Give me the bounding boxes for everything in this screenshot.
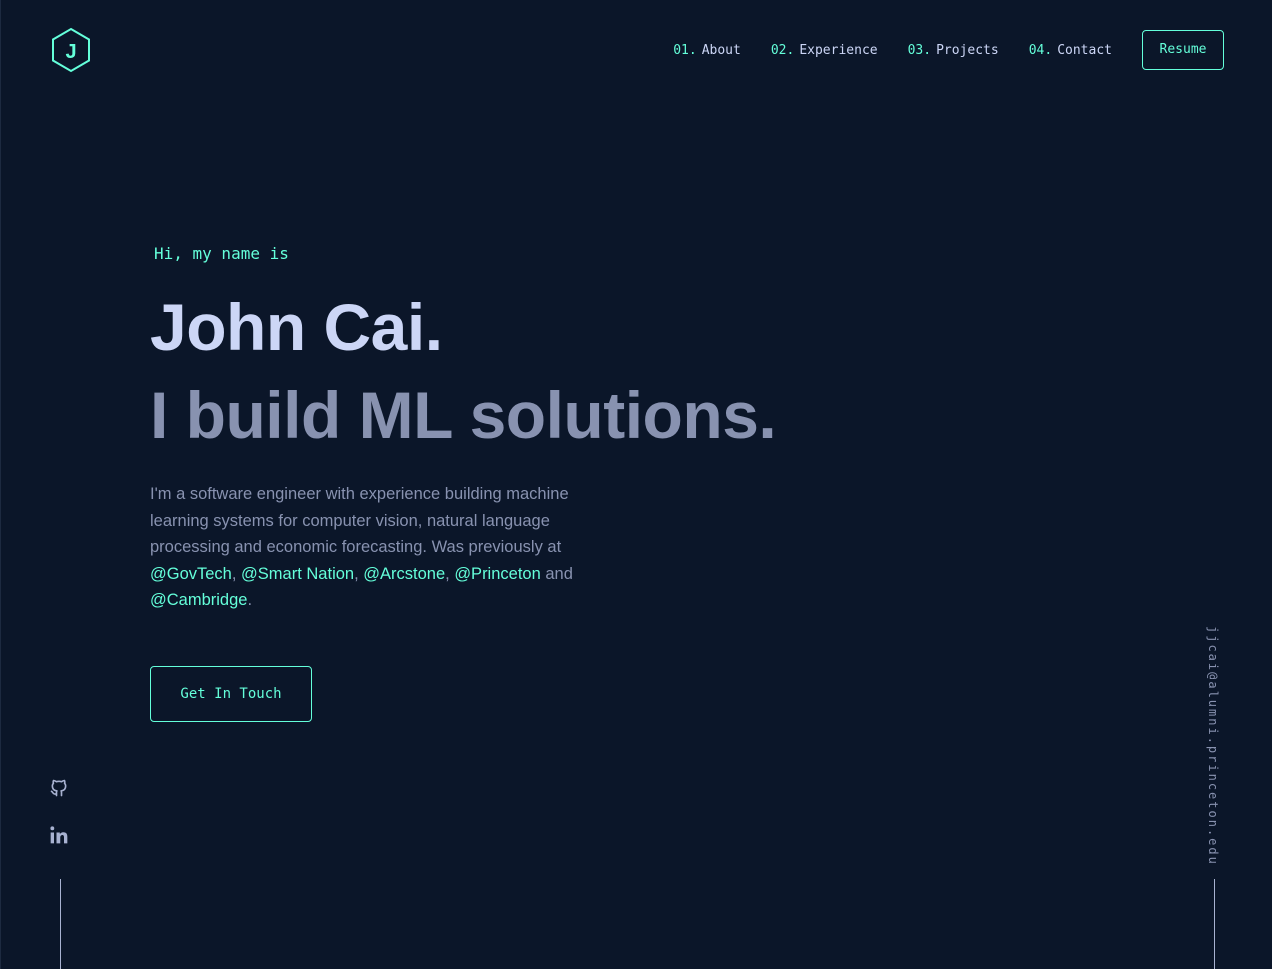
bio-intro: I'm a software engineer with experience … xyxy=(150,485,569,556)
bio-link-govtech[interactable]: @GovTech xyxy=(150,565,232,583)
nav-item-number: 01. xyxy=(673,42,697,58)
resume-button[interactable]: Resume xyxy=(1142,30,1224,70)
nav-item-label: Projects xyxy=(936,42,999,58)
hero-greeting: Hi, my name is xyxy=(154,244,289,263)
main-nav: 01. About 02. Experience 03. Projects 04. Co… xyxy=(673,0,1224,100)
nav-item-experience[interactable]: 02. Experience xyxy=(771,43,878,58)
bio-link-arcstone[interactable]: @Arcstone xyxy=(363,565,445,583)
linkedin-link[interactable] xyxy=(49,825,71,847)
bio-end: . xyxy=(247,591,253,609)
bio-separator: , xyxy=(445,564,455,583)
hero-name: John Cai. xyxy=(150,290,443,364)
logo-letter: J xyxy=(65,41,76,63)
right-rail-line xyxy=(1214,879,1215,969)
get-in-touch-button[interactable]: Get In Touch xyxy=(150,666,312,722)
bio-link-cambridge[interactable]: @Cambridge xyxy=(150,591,247,609)
nav-item-number: 03. xyxy=(907,42,932,58)
nav-item-label: Experience xyxy=(799,42,878,58)
hero-bio: I'm a software engineer with experience … xyxy=(150,481,620,614)
nav-item-projects[interactable]: 03. Projects xyxy=(908,43,999,58)
hero-tagline: I build ML solutions. xyxy=(150,378,777,452)
bio-separator: , xyxy=(231,564,242,583)
nav-item-label: About xyxy=(701,42,741,58)
nav-item-about[interactable]: 01. About xyxy=(673,43,741,58)
nav-item-label: Contact xyxy=(1057,42,1112,58)
logo[interactable]: J xyxy=(50,27,92,73)
bio-separator: and xyxy=(540,564,573,583)
linkedin-icon xyxy=(50,826,68,844)
bio-link-smart-nation[interactable]: @Smart Nation xyxy=(241,565,354,583)
nav-item-contact[interactable]: 04. Contact xyxy=(1029,43,1112,58)
left-rail-line xyxy=(60,879,61,969)
nav-item-number: 04. xyxy=(1028,42,1053,58)
page-edge xyxy=(0,0,1,969)
nav-item-number: 02. xyxy=(770,42,795,58)
hexagon-logo-icon: J xyxy=(52,27,90,73)
email-link[interactable]: jjcai@alumni.princeton.edu xyxy=(1206,626,1220,866)
github-icon xyxy=(50,779,67,797)
bio-separator: , xyxy=(354,564,364,583)
bio-link-princeton[interactable]: @Princeton xyxy=(454,565,540,583)
github-link[interactable] xyxy=(49,778,71,800)
